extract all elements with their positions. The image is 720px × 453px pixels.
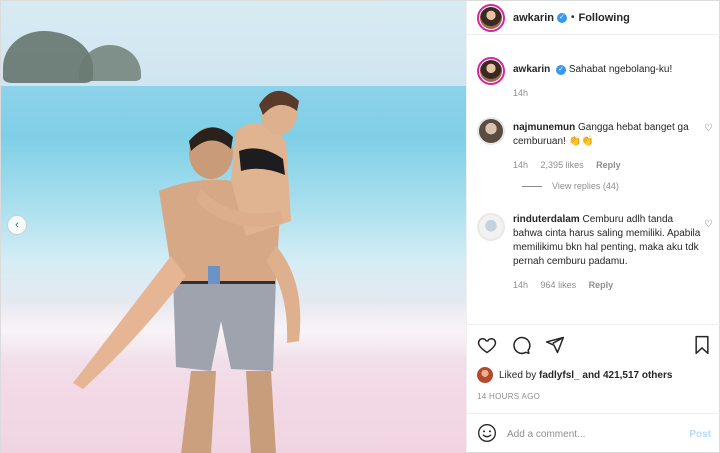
heart-icon[interactable]: ♡ <box>704 219 713 230</box>
likes-count[interactable]: and 421,517 others <box>582 370 672 381</box>
chevron-left-icon: ‹ <box>15 219 19 231</box>
caption-meta: 14h <box>513 86 703 100</box>
action-bar <box>467 324 720 364</box>
caption-time: 14h <box>513 88 529 98</box>
caption-text: Sahabat ngebolang-ku! <box>568 64 673 75</box>
carousel-prev-button[interactable]: ‹ <box>7 215 27 235</box>
comment-likes[interactable]: 964 likes <box>541 280 577 290</box>
likes-summary: Liked by fadlyfsl_ and 421,517 others <box>477 367 672 383</box>
comment-likes[interactable]: 2,395 likes <box>541 160 584 170</box>
comment-body: najmunemun Gangga hebat banget ga cembur… <box>513 121 703 172</box>
separator-dot: • <box>570 12 575 23</box>
comment-username[interactable]: najmunemun <box>513 122 575 133</box>
verified-badge-icon: ✓ <box>556 12 567 23</box>
caption-username[interactable]: awkarin <box>513 64 550 75</box>
reply-button[interactable]: Reply <box>589 280 614 290</box>
comments-list: awkarin ✓ Sahabat ngebolang-ku! 14h najm… <box>467 35 720 325</box>
commenter-avatar[interactable] <box>477 117 505 145</box>
following-button[interactable]: Following <box>578 12 629 24</box>
add-comment-bar: Post <box>467 413 720 453</box>
view-replies-button[interactable]: View replies (44) <box>522 181 619 191</box>
post-timestamp[interactable]: 14 HOURS AGO <box>477 392 540 401</box>
comment-icon[interactable] <box>511 335 531 355</box>
post-photo: ‹ <box>1 1 466 453</box>
likes-prefix: Liked by <box>499 369 537 381</box>
comment-time: 14h <box>513 160 529 170</box>
commenter-avatar[interactable] <box>477 213 505 241</box>
share-icon[interactable] <box>545 335 565 355</box>
caption-row: awkarin ✓ Sahabat ngebolang-ku! 14h <box>477 57 703 100</box>
liker-username[interactable]: fadlyfsl_ <box>539 370 580 381</box>
heart-icon[interactable]: ♡ <box>704 123 713 134</box>
author-avatar[interactable] <box>477 3 505 32</box>
view-replies-label[interactable]: View replies (44) <box>552 181 619 191</box>
comment-meta: 14h 964 likes Reply <box>513 278 703 292</box>
post-header: awkarin ✓ • Following <box>467 1 720 35</box>
comment-meta: 14h 2,395 likes Reply <box>513 158 703 172</box>
comment-row: najmunemun Gangga hebat banget ga cembur… <box>477 117 703 172</box>
author-username[interactable]: awkarin <box>513 12 554 24</box>
verified-badge-icon: ✓ <box>556 65 567 75</box>
bookmark-icon[interactable] <box>693 335 711 355</box>
comment-username[interactable]: rinduterdalam <box>513 214 580 225</box>
post-side-panel: awkarin ✓ • Following awkarin ✓ Sahabat … <box>466 1 720 453</box>
emoji-icon[interactable] <box>477 423 497 446</box>
replies-divider <box>522 185 542 187</box>
caption-avatar[interactable] <box>477 57 505 85</box>
caption-body: awkarin ✓ Sahabat ngebolang-ku! 14h <box>513 63 703 100</box>
comment-time: 14h <box>513 280 529 290</box>
reply-button[interactable]: Reply <box>596 160 621 170</box>
instagram-post-window: ‹ awkarin ✓ • Following awkarin ✓ Sahaba… <box>0 0 720 453</box>
photo-couple-figure <box>73 90 301 453</box>
comment-input[interactable] <box>507 428 677 440</box>
post-comment-button[interactable]: Post <box>689 429 711 440</box>
comment-body: rinduterdalam Cemburu adlh tanda bahwa c… <box>513 213 703 292</box>
like-heart-icon[interactable] <box>477 335 497 355</box>
comment-row: rinduterdalam Cemburu adlh tanda bahwa c… <box>477 213 703 292</box>
liker-avatar[interactable] <box>477 367 493 383</box>
